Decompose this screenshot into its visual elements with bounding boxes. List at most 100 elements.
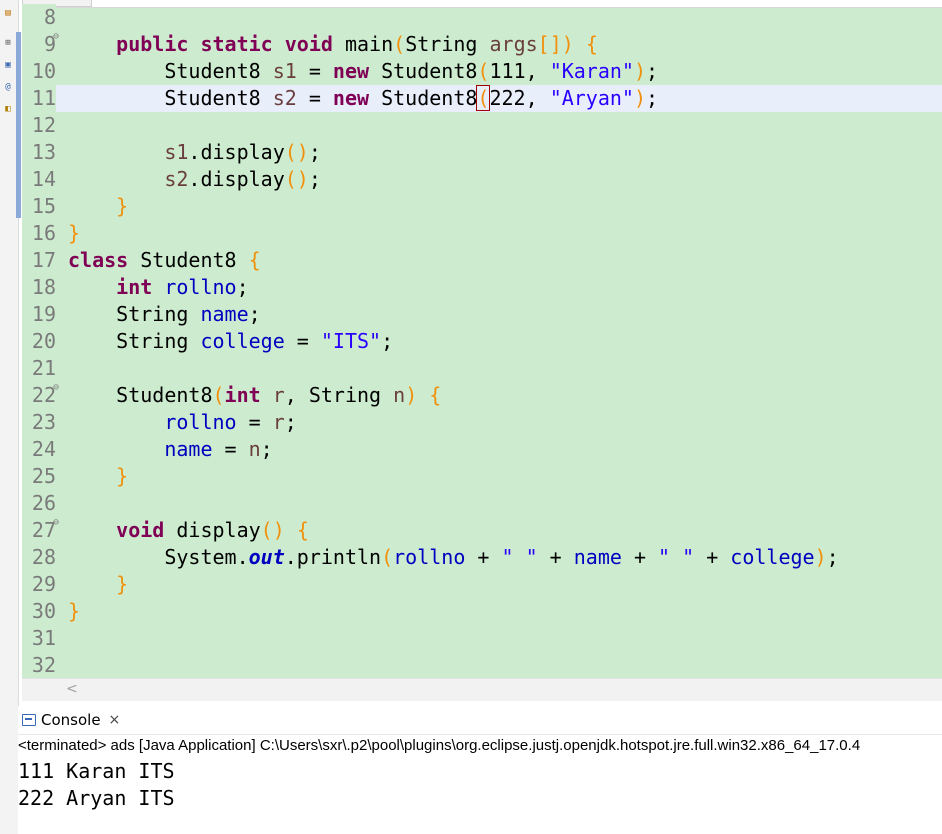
scroll-left-arrow-icon[interactable]: < [66,681,78,697]
code-text: System.out.println(rollno + " " + name +… [68,544,838,571]
code-line[interactable]: 8 [22,4,942,31]
code-token: ( [393,32,406,56]
code-text: } [68,598,80,625]
code-token: = [296,59,333,83]
code-token: , String [284,383,394,407]
code-text: s2.display(); [68,166,321,193]
code-line[interactable]: 26 [22,490,942,517]
code-token: public [116,32,189,56]
code-text: } [68,220,80,247]
line-number: 19 [22,301,56,328]
code-line[interactable]: 22 ⊖ Student8(int r, String n) { [22,382,942,409]
code-token: s2 [272,86,297,110]
line-number: 30 [22,598,56,625]
code-token: Student8 [369,59,478,83]
code-text: void display() { [68,517,309,544]
code-line[interactable]: 11 Student8 s2 = new Student8(222, "Arya… [22,85,942,112]
code-token: int [116,275,153,299]
code-line[interactable]: 17 class Student8 { [22,247,942,274]
code-token: [] [537,32,562,56]
code-line[interactable]: 24 name = n; [22,436,942,463]
code-line[interactable]: 12 [22,112,942,139]
code-token: { [296,518,309,542]
line-number: 11 [22,85,56,112]
code-line[interactable]: 19 String name; [22,301,942,328]
tab-console[interactable]: Console × [18,706,126,734]
code-text: class Student8 { [68,247,261,274]
task-icon[interactable]: ▣ [2,60,14,70]
fold-toggle-icon[interactable]: ⊖ [53,383,59,393]
code-token: new [332,86,370,110]
code-text: name = n; [68,436,272,463]
line-number: 16 [22,220,56,247]
code-token: r [272,410,285,434]
code-line[interactable]: 13 s1.display(); [22,139,942,166]
console-output-line: 111 Karan ITS [18,759,175,783]
code-line[interactable]: 18 int rollno; [22,274,942,301]
code-token: ) [561,32,574,56]
bookmark-icon[interactable]: ▤ [2,8,14,18]
code-text: Student8 s2 = new Student8(222, "Aryan")… [68,85,658,112]
code-line[interactable]: 30} [22,598,942,625]
code-token: } [68,221,81,245]
code-token: + [537,545,574,569]
code-token: { [585,32,598,56]
code-line[interactable]: 32 [22,652,942,678]
code-line[interactable]: 23 rollno = r; [22,409,942,436]
code-editor[interactable]: 8 9 ⊖ public static void main(String args[… [22,0,942,678]
code-line[interactable]: 14 s2.display(); [22,166,942,193]
code-token: ) [633,86,647,110]
code-line[interactable]: 10 Student8 s1 = new Student8(111, "Kara… [22,58,942,85]
code-token: s1 [164,140,189,164]
code-token: display [164,518,261,542]
code-token: new [332,59,370,83]
fold-toggle-icon[interactable]: ⊖ [53,32,59,42]
code-token: rollno [393,545,466,569]
code-text: rollno = r; [68,409,296,436]
code-token: s2 [164,167,189,191]
code-token: Student8 [128,248,249,272]
code-line[interactable]: 28 System.out.println(rollno + " " + nam… [22,544,942,571]
line-number: 27 [22,517,56,544]
code-line[interactable]: 20 String college = "ITS"; [22,328,942,355]
code-token: { [429,383,442,407]
close-icon[interactable]: × [109,712,121,728]
code-token: ; [646,59,659,83]
code-token: + [465,545,502,569]
code-line[interactable]: 9 ⊖ public static void main(String args[]… [22,31,942,58]
code-text: Student8(int r, String n) { [68,382,441,409]
code-line[interactable]: 16} [22,220,942,247]
code-token: } [68,599,81,623]
code-line[interactable]: 15 } [22,193,942,220]
horizontal-scrollbar[interactable]: < [22,678,942,701]
code-line[interactable]: 21 [22,355,942,382]
code-token: ( [381,545,394,569]
line-number: 23 [22,409,56,436]
code-line[interactable]: 29 } [22,571,942,598]
line-number: 20 [22,328,56,355]
code-token: college [730,545,815,569]
hierarchy-icon[interactable]: ⊞ [2,38,14,48]
code-token: System. [68,545,249,569]
code-token: ( [476,85,491,111]
code-token: ; [646,86,659,110]
line-number: 28 [22,544,56,571]
code-line[interactable]: 27 ⊖ void display() { [22,517,942,544]
line-number: 21 [22,355,56,382]
line-number: 29 [22,571,56,598]
line-number: 18 [22,274,56,301]
declaration-icon[interactable]: ◧ [2,104,14,114]
code-text: int rollno; [68,274,248,301]
code-line[interactable]: 31 [22,625,942,652]
javadoc-icon[interactable]: @ [2,82,14,92]
code-token: () [284,140,309,164]
code-token: main [332,32,394,56]
fold-toggle-icon[interactable]: ⊖ [53,518,59,528]
code-line[interactable]: 25 } [22,463,942,490]
code-token: String [405,32,490,56]
